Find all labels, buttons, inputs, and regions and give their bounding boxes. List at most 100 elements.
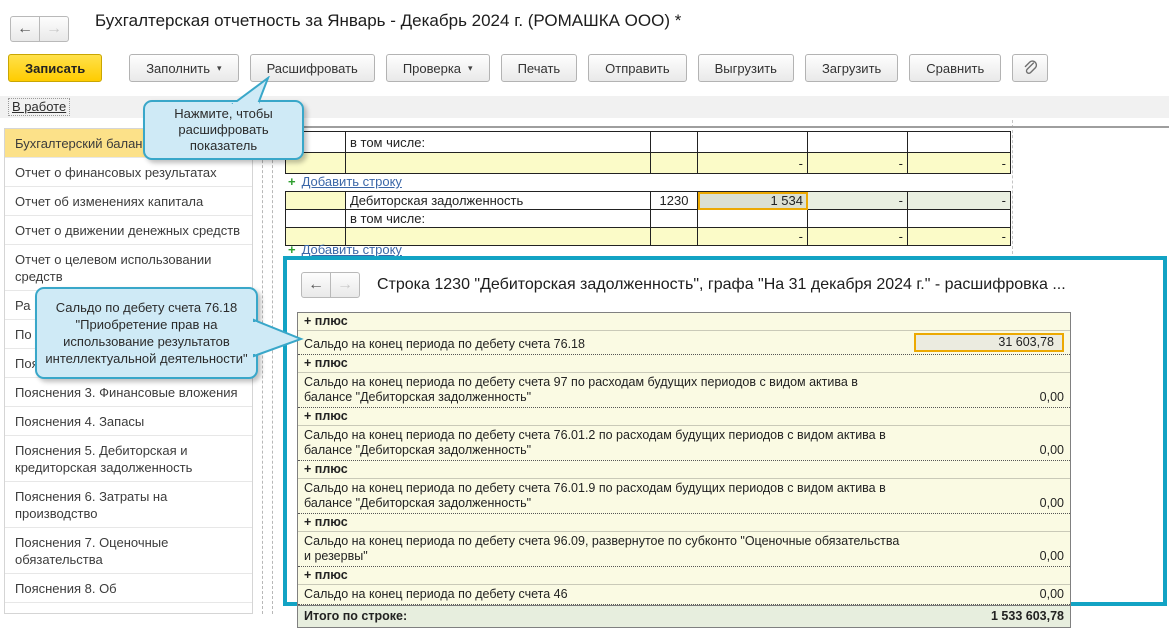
cell[interactable]: -: [908, 228, 1011, 246]
add-row-link[interactable]: + Добавить строку: [288, 242, 402, 257]
sidebar-item[interactable]: Пояснения 3. Финансовые вложения: [5, 378, 252, 407]
sidebar-item-label: Пояснения 7. Оценочные обязательства: [15, 535, 168, 567]
save-button[interactable]: Записать: [8, 54, 102, 82]
cell[interactable]: -: [698, 153, 808, 174]
compare-button[interactable]: Сравнить: [909, 54, 1001, 82]
cell[interactable]: [908, 132, 1011, 153]
decode-row[interactable]: + плюс: [298, 313, 1070, 331]
sidebar-item[interactable]: Пояснения 4. Запасы: [5, 407, 252, 436]
cell[interactable]: [698, 132, 808, 153]
cell[interactable]: [698, 210, 808, 228]
decode-row[interactable]: + плюс: [298, 514, 1070, 532]
sidebar-item[interactable]: Отчет об изменениях капитала: [5, 187, 252, 216]
export-button[interactable]: Выгрузить: [698, 54, 794, 82]
splitter-line[interactable]: [272, 120, 273, 614]
cell[interactable]: -: [808, 153, 908, 174]
cell[interactable]: [808, 132, 908, 153]
forward-icon[interactable]: →: [39, 16, 69, 42]
sidebar-item-label: По: [15, 327, 32, 342]
sidebar-item-label: Бухгалтерский баланс: [15, 136, 149, 151]
decode-row[interactable]: Сальдо на конец периода по дебету счета …: [298, 331, 1070, 355]
decode-row-value[interactable]: 1 533 603,78: [991, 609, 1064, 624]
sidebar-item[interactable]: Пояснения 6. Затраты на производство: [5, 482, 252, 528]
attachments-button[interactable]: [1012, 54, 1048, 82]
decode-popup: ← → Строка 1230 "Дебиторская задолженнос…: [283, 256, 1167, 606]
decode-row-value[interactable]: 0,00: [1040, 549, 1064, 564]
decode-row-text: Сальдо на конец периода по дебету счета …: [304, 481, 914, 511]
back-icon[interactable]: ←: [301, 272, 331, 298]
decode-row[interactable]: Сальдо на конец периода по дебету счета …: [298, 479, 1070, 514]
decode-row-value[interactable]: 0,00: [1040, 443, 1064, 458]
decode-row-value[interactable]: 0,00: [1040, 390, 1064, 405]
forward-icon[interactable]: →: [330, 272, 360, 298]
cell[interactable]: 1230: [651, 192, 698, 210]
decode-row[interactable]: + плюс: [298, 408, 1070, 426]
cell[interactable]: [651, 210, 698, 228]
balance-hint-text: Сальдо по дебету счета 76.18 "Приобретен…: [45, 299, 248, 367]
cell[interactable]: [286, 192, 346, 210]
decode-row[interactable]: + плюс: [298, 355, 1070, 373]
popup-history-nav: ← →: [301, 272, 360, 298]
check-button-label: Проверка: [403, 61, 461, 76]
cell[interactable]: [908, 210, 1011, 228]
sidebar-item[interactable]: Пояснения 7. Оценочные обязательства: [5, 528, 252, 574]
add-row-link[interactable]: + Добавить строку: [288, 174, 402, 189]
sidebar-item-label: Пояснения 3. Финансовые вложения: [15, 385, 238, 400]
decode-row[interactable]: + плюс: [298, 461, 1070, 479]
decode-row-value[interactable]: 31 603,78: [914, 333, 1064, 352]
decode-row[interactable]: Сальдо на конец периода по дебету счета …: [298, 585, 1070, 605]
fill-button[interactable]: Заполнить ▾: [129, 54, 238, 82]
sidebar-item-label: Отчет о целевом использовании средств: [15, 252, 211, 284]
selected-value-cell[interactable]: 1 534: [698, 192, 808, 210]
cell[interactable]: -: [808, 228, 908, 246]
decode-row[interactable]: + плюс: [298, 567, 1070, 585]
sidebar-item[interactable]: Отчет о финансовых результатах: [5, 158, 252, 187]
cell[interactable]: -: [808, 192, 908, 210]
cell[interactable]: [651, 132, 698, 153]
decode-row[interactable]: Итого по строке: 1 533 603,78: [298, 605, 1070, 627]
cell[interactable]: -: [908, 153, 1011, 174]
back-icon[interactable]: ←: [10, 16, 40, 42]
sidebar-item[interactable]: Отчет о целевом использовании средств: [5, 245, 252, 291]
sidebar-item-label: Пояснения 6. Затраты на производство: [15, 489, 167, 521]
cell[interactable]: [286, 210, 346, 228]
toolbar: Записать Заполнить ▾ Расшифровать Провер…: [8, 54, 1059, 82]
decode-row[interactable]: Сальдо на конец периода по дебету счета …: [298, 373, 1070, 408]
sidebar-item[interactable]: Пояснения 8. Об: [5, 574, 252, 603]
splitter-line[interactable]: [262, 120, 263, 614]
page-title: Бухгалтерская отчетность за Январь - Дек…: [95, 11, 681, 31]
cell[interactable]: Дебиторская задолженность: [346, 192, 651, 210]
decode-row-text: Сальдо на конец периода по дебету счета …: [304, 428, 914, 458]
decode-row[interactable]: Сальдо на конец периода по дебету счета …: [298, 532, 1070, 567]
import-button[interactable]: Загрузить: [805, 54, 898, 82]
cell[interactable]: [808, 210, 908, 228]
sidebar-item[interactable]: Отчет о движении денежных средств: [5, 216, 252, 245]
cell[interactable]: [346, 153, 651, 174]
sidebar-item-label: Ра: [15, 298, 30, 313]
decode-value: 0,00: [1040, 587, 1064, 602]
sidebar-item-label: Пояснения 4. Запасы: [15, 414, 144, 429]
check-button[interactable]: Проверка ▾: [386, 54, 490, 82]
decode-row-text: Сальдо на конец периода по дебету счета …: [304, 534, 914, 564]
decode-row-text: Сальдо на конец периода по дебету счета …: [304, 587, 578, 602]
status-link[interactable]: В работе: [8, 98, 70, 116]
decode-row[interactable]: Сальдо на конец периода по дебету счета …: [298, 426, 1070, 461]
popup-title: Строка 1230 "Дебиторская задолженность",…: [377, 276, 1159, 294]
cell[interactable]: -: [698, 228, 808, 246]
cell[interactable]: -: [908, 192, 1011, 210]
cell[interactable]: в том числе:: [346, 132, 651, 153]
sidebar-item[interactable]: Пояснения 5. Дебиторская и кредиторская …: [5, 436, 252, 482]
decode-row-operator: + плюс: [304, 409, 348, 424]
decode-row-operator: + плюс: [304, 356, 348, 371]
cell[interactable]: [651, 228, 698, 246]
cell[interactable]: [651, 153, 698, 174]
decode-row-value[interactable]: 0,00: [1040, 587, 1064, 602]
print-button[interactable]: Печать: [501, 54, 578, 82]
send-button[interactable]: Отправить: [588, 54, 686, 82]
decode-row-operator: + плюс: [304, 462, 348, 477]
table-right-guide: [1012, 120, 1013, 254]
decode-row-value[interactable]: 0,00: [1040, 496, 1064, 511]
add-row-label: Добавить строку: [302, 242, 402, 257]
cell[interactable]: в том числе:: [346, 210, 651, 228]
history-nav: ← →: [10, 16, 69, 42]
